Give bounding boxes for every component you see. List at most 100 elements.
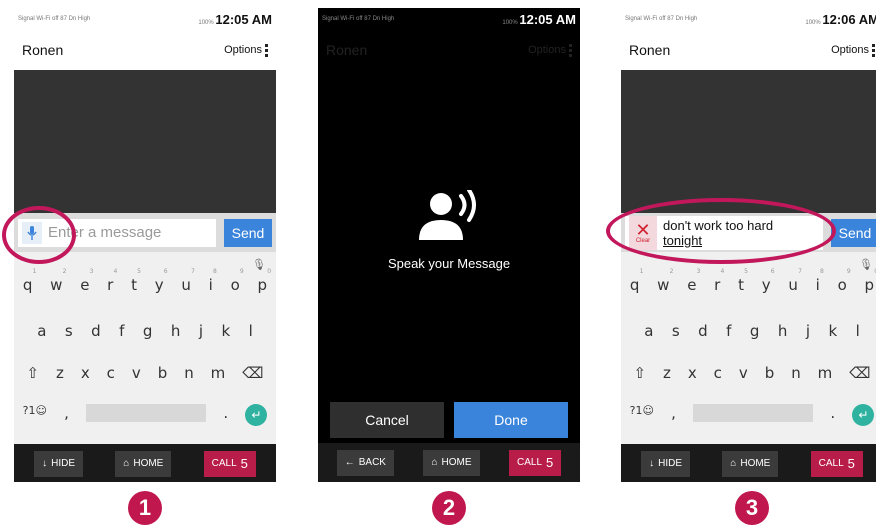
key-w[interactable]: w2 [50, 268, 66, 294]
home-icon: ⌂ [730, 458, 737, 469]
enter-icon[interactable]: ↵ [245, 404, 268, 426]
status-bar: Signal Wi-Fi off 87 Dn High 100% 12:05 A… [318, 8, 580, 30]
key-s[interactable]: s [672, 322, 680, 340]
key-k[interactable]: k [221, 322, 230, 340]
key-c[interactable]: c [714, 364, 722, 382]
symbols-key[interactable]: ?1☺ [23, 404, 47, 426]
done-button[interactable]: Done [454, 401, 568, 438]
spacebar[interactable] [86, 404, 207, 422]
call-button[interactable]: CALL 5 [203, 450, 256, 477]
key-z[interactable]: z [56, 364, 64, 382]
highlight-ring-mic [2, 206, 76, 264]
key-comma[interactable]: , [671, 404, 676, 426]
key-k[interactable]: k [828, 322, 837, 340]
options-label: Options [224, 44, 262, 56]
key-j[interactable]: j [806, 322, 810, 340]
key-d[interactable]: d [698, 322, 708, 340]
keyboard-mic-icon[interactable]: 🎙 [859, 258, 873, 271]
key-y[interactable]: y6 [155, 268, 168, 294]
call-button[interactable]: CALL 5 [810, 450, 863, 477]
key-p[interactable]: p0 [865, 268, 876, 294]
send-button[interactable]: Send [831, 218, 876, 247]
hide-button[interactable]: ↓ HIDE [34, 450, 84, 477]
kebab-icon [872, 43, 875, 57]
call-number: 5 [847, 456, 855, 471]
shift-icon[interactable]: ⇧ [633, 364, 646, 382]
key-j[interactable]: j [199, 322, 203, 340]
key-m[interactable]: m [211, 364, 226, 382]
send-button[interactable]: Send [224, 218, 272, 247]
key-b[interactable]: b [158, 364, 168, 382]
arrow-down-icon: ↓ [649, 458, 655, 469]
backspace-icon[interactable]: ⌫ [849, 364, 870, 382]
key-q[interactable]: q1 [630, 268, 644, 294]
key-f[interactable]: f [119, 322, 124, 340]
key-r[interactable]: r4 [714, 268, 724, 294]
bottom-nav: ← BACK ⌂ HOME CALL 5 [318, 443, 580, 482]
arrow-left-icon: ← [344, 457, 355, 468]
key-g[interactable]: g [750, 322, 760, 340]
key-m[interactable]: m [818, 364, 833, 382]
key-row-4: ?1☺ , . ↵ [621, 404, 876, 426]
key-period[interactable]: . [830, 404, 835, 426]
contact-name: Ronen [629, 42, 671, 58]
key-period[interactable]: . [223, 404, 228, 426]
back-button[interactable]: ← BACK [336, 449, 394, 476]
key-o[interactable]: o9 [838, 268, 851, 294]
cancel-button[interactable]: Cancel [330, 401, 444, 438]
key-v[interactable]: v [739, 364, 748, 382]
key-a[interactable]: a [37, 322, 46, 340]
shift-icon[interactable]: ⇧ [26, 364, 39, 382]
key-x[interactable]: x [688, 364, 697, 382]
key-e[interactable]: e3 [80, 268, 93, 294]
symbols-key[interactable]: ?1☺ [630, 404, 654, 426]
options-menu[interactable]: Options [831, 43, 875, 57]
key-i[interactable]: i8 [816, 268, 824, 294]
spacebar[interactable] [693, 404, 814, 422]
key-f[interactable]: f [726, 322, 731, 340]
key-a[interactable]: a [644, 322, 653, 340]
options-menu[interactable]: Options [224, 43, 268, 57]
key-h[interactable]: h [778, 322, 788, 340]
key-t[interactable]: t5 [738, 268, 748, 294]
key-comma[interactable]: , [64, 404, 69, 426]
key-b[interactable]: b [765, 364, 775, 382]
key-q[interactable]: q1 [23, 268, 37, 294]
key-d[interactable]: d [91, 322, 101, 340]
key-h[interactable]: h [171, 322, 181, 340]
key-u[interactable]: u7 [181, 268, 195, 294]
key-u[interactable]: u7 [788, 268, 802, 294]
key-p[interactable]: p0 [258, 268, 272, 294]
backspace-icon[interactable]: ⌫ [242, 364, 263, 382]
key-t[interactable]: t5 [131, 268, 141, 294]
keyboard-mic-icon[interactable]: 🎙 [252, 258, 266, 271]
key-o[interactable]: o9 [231, 268, 244, 294]
key-e[interactable]: e3 [687, 268, 700, 294]
key-s[interactable]: s [65, 322, 73, 340]
hide-button[interactable]: ↓ HIDE [641, 450, 691, 477]
conversation-header: Ronen Options [14, 30, 276, 70]
key-l[interactable]: l [249, 322, 253, 340]
key-i[interactable]: i8 [209, 268, 217, 294]
battery-level: 100% [805, 19, 821, 26]
key-row-4: ?1☺ , . ↵ [14, 404, 276, 426]
key-l[interactable]: l [856, 322, 860, 340]
enter-icon[interactable]: ↵ [852, 404, 875, 426]
key-y[interactable]: y6 [762, 268, 775, 294]
home-icon: ⌂ [123, 458, 130, 469]
key-x[interactable]: x [81, 364, 90, 382]
home-button[interactable]: ⌂ HOME [722, 450, 779, 477]
key-r[interactable]: r4 [107, 268, 117, 294]
key-z[interactable]: z [663, 364, 671, 382]
kebab-icon [265, 43, 268, 57]
call-button[interactable]: CALL 5 [508, 449, 562, 476]
key-n[interactable]: n [184, 364, 194, 382]
home-button[interactable]: ⌂ HOME [423, 449, 480, 476]
key-v[interactable]: v [132, 364, 141, 382]
voice-speaking-icon [419, 190, 476, 240]
key-n[interactable]: n [791, 364, 801, 382]
key-w[interactable]: w2 [657, 268, 673, 294]
key-g[interactable]: g [143, 322, 153, 340]
home-button[interactable]: ⌂ HOME [115, 450, 172, 477]
key-c[interactable]: c [107, 364, 115, 382]
